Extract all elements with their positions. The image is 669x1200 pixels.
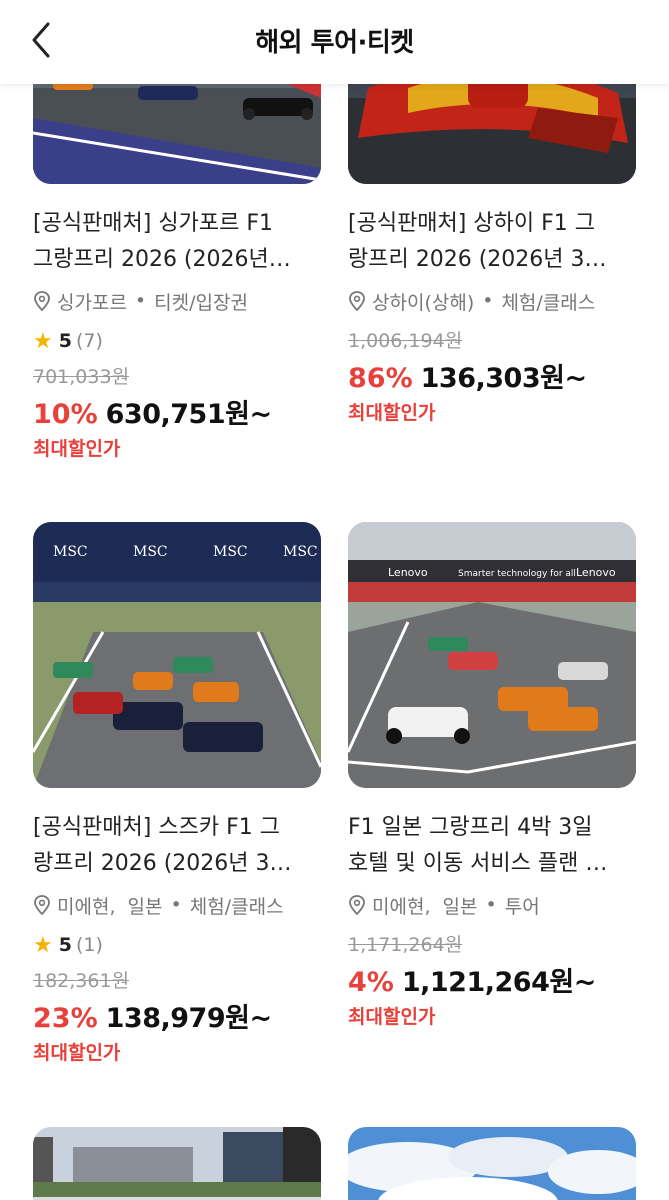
max-discount-label: 최대할인가: [348, 402, 436, 424]
location-pin-icon: [34, 895, 50, 915]
msc-banner-text: MSC: [283, 544, 318, 560]
product-card[interactable]: Lenovo Smarter technology for all Lenovo…: [348, 522, 636, 1029]
product-card[interactable]: MSC MSC MSC MSC [공식판매처] 스즈카 F1 그 랑프리 202…: [33, 522, 321, 1065]
separator-dot: •: [170, 894, 182, 916]
lenovo-banner-text: Lenovo: [576, 566, 616, 579]
product-image: [33, 1127, 321, 1200]
review-count: (7): [75, 330, 103, 352]
sale-price: 1,121,264원~: [401, 967, 596, 998]
discount-rate: 10%: [33, 399, 98, 430]
location-pin-icon: [349, 291, 365, 311]
product-meta: 미에현, 일본 • 체험/클래스: [33, 890, 321, 920]
rating: ★ 5 (1): [33, 930, 321, 960]
category-label: 투어: [504, 895, 540, 918]
location-label: 미에현, 일본: [57, 895, 163, 918]
separator-dot: •: [134, 290, 147, 312]
location-pin-icon: [34, 291, 50, 311]
product-card[interactable]: [33, 1127, 321, 1200]
price-row: 23% 138,979원~: [33, 996, 321, 1034]
product-title: [공식판매처] 상하이 F1 그 랑프리 2026 (2026년 3…: [348, 211, 607, 272]
original-price: 182,361원: [33, 970, 130, 992]
location-pin-icon: [349, 895, 365, 915]
product-meta: 싱가포르 • 티켓/입장권: [33, 286, 321, 316]
star-icon: ★: [33, 932, 53, 958]
category-label: 체험/클래스: [189, 895, 284, 918]
star-icon: ★: [33, 328, 53, 354]
app-header: 해외 투어·티켓: [0, 0, 669, 84]
lenovo-banner-text: Lenovo: [388, 566, 428, 579]
product-title: [공식판매처] 스즈카 F1 그 랑프리 2026 (2026년 3…: [33, 815, 292, 876]
review-count: (1): [75, 934, 103, 956]
price-row: 86% 136,303원~: [348, 356, 636, 394]
discount-rate: 23%: [33, 1003, 98, 1034]
sale-price: 630,751원~: [105, 399, 272, 430]
product-title: [공식판매처] 싱가포르 F1 그랑프리 2026 (2026년…: [33, 211, 291, 272]
msc-banner-text: MSC: [133, 544, 168, 560]
location-label: 미에현, 일본: [372, 895, 478, 918]
discount-rate: 4%: [348, 967, 394, 998]
location-label: 싱가포르: [57, 291, 127, 314]
product-meta: 상하이(상해) • 체험/클래스: [348, 286, 636, 316]
product-card[interactable]: [348, 1127, 636, 1200]
category-label: 체험/클래스: [501, 291, 596, 314]
msc-banner-text: MSC: [213, 544, 248, 560]
price-row: 10% 630,751원~: [33, 392, 321, 430]
rating-score: 5: [58, 330, 72, 352]
sale-price: 138,979원~: [105, 1003, 272, 1034]
price-row: 4% 1,121,264원~: [348, 960, 636, 998]
product-image: MSC MSC MSC MSC: [33, 522, 321, 788]
product-title: F1 일본 그랑프리 4박 3일 호텔 및 이동 서비스 플랜 …: [348, 815, 608, 876]
category-label: 티켓/입장권: [154, 291, 248, 314]
product-image: Lenovo Smarter technology for all Lenovo: [348, 522, 636, 788]
product-image: [348, 1127, 636, 1200]
product-meta: 미에현, 일본 • 투어: [348, 890, 636, 920]
sale-price: 136,303원~: [420, 363, 587, 394]
msc-banner-text: MSC: [53, 544, 88, 560]
location-label: 상하이(상해): [372, 291, 475, 314]
rating: ★ 5 (7): [33, 326, 321, 356]
original-price: 701,033원: [33, 366, 130, 388]
page-title: 해외 투어·티켓: [255, 28, 414, 58]
separator-dot: •: [485, 894, 497, 916]
max-discount-label: 최대할인가: [348, 1006, 436, 1028]
rating-score: 5: [58, 934, 72, 956]
max-discount-label: 최대할인가: [33, 1042, 121, 1064]
original-price: 1,006,194원: [348, 330, 463, 352]
discount-rate: 86%: [348, 363, 413, 394]
lenovo-tagline: Smarter technology for all: [458, 569, 576, 579]
original-price: 1,171,264원: [348, 934, 463, 956]
max-discount-label: 최대할인가: [33, 438, 121, 460]
separator-dot: •: [482, 290, 494, 312]
